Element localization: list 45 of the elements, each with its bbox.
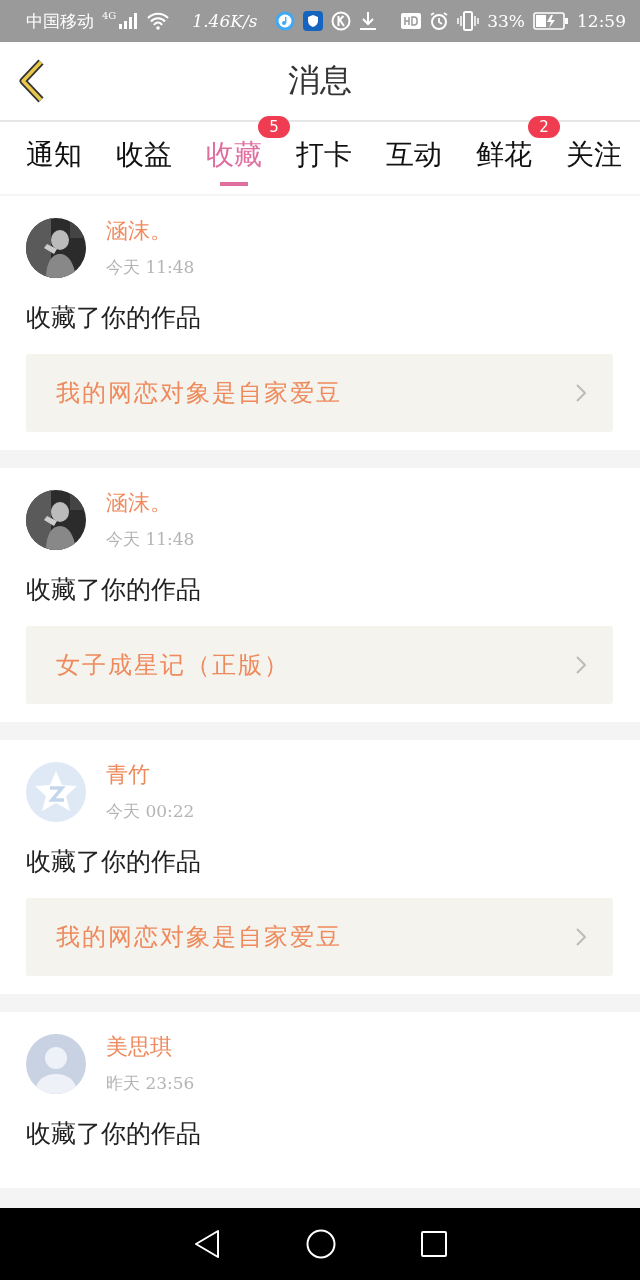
download-icon (359, 11, 378, 31)
count-badge: 2 (528, 116, 560, 138)
message-text: 收藏了你的作品 (26, 1118, 202, 1150)
k-circle-icon (331, 11, 352, 31)
message-text: 收藏了你的作品 (26, 302, 202, 334)
page-title: 消息 (288, 60, 352, 101)
battery-charging-icon (533, 12, 569, 30)
chevron-right-icon (575, 655, 587, 675)
message-text: 收藏了你的作品 (26, 846, 202, 878)
user-name[interactable]: 青竹 (106, 760, 195, 790)
alarm-icon (429, 11, 450, 31)
tab[interactable]: 打卡 (296, 122, 352, 194)
music-app-icon (275, 11, 296, 31)
home-nav-icon[interactable] (306, 1229, 336, 1259)
clock-time: 12:59 (577, 11, 626, 31)
tab[interactable]: 互动 (386, 122, 442, 194)
count-badge: 5 (258, 116, 290, 138)
work-link[interactable]: 女子成星记（正版） (26, 626, 613, 704)
recents-nav-icon[interactable] (421, 1231, 448, 1257)
message-time: 今天 00:22 (106, 800, 195, 823)
message-text: 收藏了你的作品 (26, 574, 202, 606)
message-time: 今天 11:48 (106, 528, 195, 551)
network-speed: 1.46K/s (192, 11, 258, 31)
tab[interactable]: 关注 (566, 122, 622, 194)
back-nav-icon[interactable] (192, 1229, 221, 1259)
work-link[interactable]: 我的网恋对象是自家爱豆 (26, 354, 613, 432)
wifi-icon (146, 12, 171, 30)
tab[interactable]: 通知 (26, 122, 82, 194)
hd-icon (401, 12, 422, 30)
user-name[interactable]: 涵沫。 (106, 216, 195, 246)
message-time: 昨天 23:56 (106, 1072, 195, 1095)
battery-percent: 33% (487, 11, 525, 31)
network-type: 4G (102, 10, 117, 21)
message-time: 今天 11:48 (106, 256, 195, 279)
work-link[interactable]: 我的网恋对象是自家爱豆 (26, 898, 613, 976)
tab[interactable]: 收益 (116, 122, 172, 194)
chevron-right-icon (575, 927, 587, 947)
vibrate-icon (457, 11, 480, 31)
user-name[interactable]: 美思琪 (106, 1032, 195, 1062)
star-avatar-icon (26, 761, 86, 822)
carrier-name: 中国移动 (26, 9, 94, 33)
chevron-right-icon (575, 383, 587, 403)
shield-app-icon (303, 11, 324, 31)
signal-icon (118, 13, 139, 29)
user-name[interactable]: 涵沫。 (106, 488, 195, 518)
